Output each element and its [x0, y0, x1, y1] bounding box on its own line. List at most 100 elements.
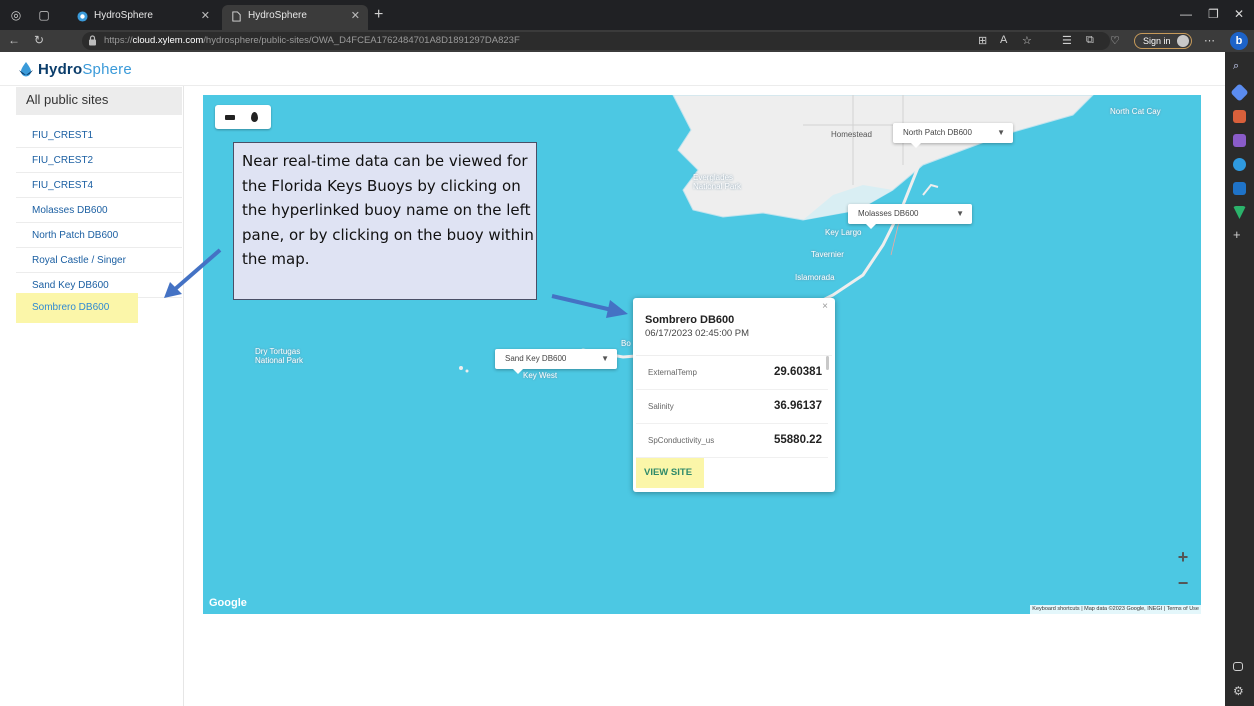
tab-title: HydroSphere	[248, 10, 307, 21]
close-tab-icon[interactable]: ✕	[351, 5, 360, 27]
map-view-icon[interactable]	[225, 115, 235, 120]
hide-sidebar-icon[interactable]	[1233, 662, 1243, 671]
app-brand[interactable]: HydroSphere	[38, 61, 132, 78]
site-info-popup: × Sombrero DB600 06/17/2023 02:45:00 PM …	[633, 298, 835, 492]
buoy-marker-label: Molasses DB600	[858, 209, 919, 218]
edge-sidebar: ⌕ + ⚙	[1225, 52, 1254, 706]
map-label-key-west: Key West	[523, 371, 558, 380]
favorites-icon[interactable]: ☰	[1062, 34, 1072, 47]
site-link-fiu-crest1[interactable]: FIU_CREST1	[16, 123, 182, 148]
map-label-key-largo: Key Largo	[825, 228, 862, 237]
reading-value: 29.60381	[774, 366, 822, 378]
brand-light: Sphere	[82, 61, 132, 78]
zoom-in-button[interactable]: +	[1172, 547, 1194, 568]
workspaces-icon[interactable]: ◎	[8, 7, 24, 23]
buoy-marker-molasses[interactable]: Molasses DB600 ▼	[848, 204, 972, 229]
table-row: SpConductivity_us 55880.22	[636, 424, 828, 458]
page-icon	[232, 11, 241, 22]
drop-icon[interactable]	[1233, 206, 1246, 219]
site-link-royal-castle[interactable]: Royal Castle / Singer	[16, 248, 182, 273]
tab-hydrosphere-2[interactable]: HydroSphere ✕	[222, 5, 368, 30]
reading-value: 55880.22	[774, 434, 822, 446]
site-list-title: All public sites	[16, 87, 182, 115]
map-label-marathon: Bo	[621, 339, 631, 348]
buoy-marker-label: North Patch DB600	[903, 128, 972, 137]
close-window-icon[interactable]: ✕	[1234, 7, 1244, 21]
arrow-to-site-list-icon	[164, 248, 222, 298]
map-label-north-cat-cay: North Cat Cay	[1110, 107, 1161, 116]
brand-bold: Hydro	[38, 61, 83, 78]
site-link-fiu-crest4[interactable]: FIU_CREST4	[16, 173, 182, 198]
url-host: cloud.xylem.com	[132, 35, 204, 46]
site-link-molasses[interactable]: Molasses DB600	[16, 198, 182, 223]
microsoft-365-icon[interactable]	[1233, 158, 1246, 171]
water-drop-icon[interactable]	[251, 112, 258, 122]
collections-icon[interactable]: ⧉	[1086, 34, 1094, 47]
more-menu-icon[interactable]: ⋯	[1204, 34, 1215, 47]
map-attribution[interactable]: Keyboard shortcuts | Map data ©2023 Goog…	[1030, 605, 1201, 614]
restore-icon[interactable]: ❐	[1208, 7, 1219, 21]
address-bar: ← ↻ https://cloud.xylem.com/hydrosphere/…	[0, 30, 1254, 52]
map-label-homestead: Homestead	[831, 130, 872, 139]
sidebar-settings-gear-icon[interactable]: ⚙	[1233, 685, 1246, 698]
tab-title: HydroSphere	[94, 10, 153, 21]
reading-key: Salinity	[648, 402, 674, 411]
minimize-icon[interactable]: —	[1180, 7, 1192, 21]
url-prefix: https://	[104, 35, 133, 46]
annotation-callout: Near real-time data can be viewed for th…	[233, 142, 537, 300]
hydrosphere-favicon-icon	[77, 11, 88, 22]
read-aloud-icon[interactable]: A	[1000, 34, 1007, 46]
games-icon[interactable]	[1233, 134, 1246, 147]
buoy-marker-north-patch[interactable]: North Patch DB600 ▼	[893, 123, 1013, 148]
map-type-toggle[interactable]	[215, 105, 271, 129]
view-site-button[interactable]: VIEW SITE	[636, 458, 704, 488]
tab-hydrosphere-1[interactable]: HydroSphere ✕	[68, 5, 218, 30]
close-tab-icon[interactable]: ✕	[201, 5, 210, 27]
url-field[interactable]: https://cloud.xylem.com/hydrosphere/publ…	[82, 32, 1110, 50]
zoom-out-button[interactable]: −	[1172, 573, 1194, 594]
app-header: HydroSphere	[0, 52, 1225, 86]
url-path: /hydrosphere/public-sites/OWA_D4FCEA1762…	[203, 35, 520, 46]
popup-site-name: Sombrero DB600	[645, 314, 735, 326]
reading-value: 36.96137	[774, 400, 822, 412]
annotation-text: Near real-time data can be viewed for th…	[242, 152, 534, 268]
shopping-tag-icon[interactable]	[1230, 83, 1249, 102]
site-link-sombrero[interactable]: Sombrero DB600	[16, 293, 138, 323]
buoy-marker-label: Sand Key DB600	[505, 354, 567, 363]
chevron-down-icon: ▼	[601, 354, 609, 363]
sign-in-label: Sign in	[1143, 36, 1171, 46]
tab-actions-icon[interactable]: ▢	[36, 7, 52, 23]
arrow-to-popup-icon	[551, 294, 628, 318]
popup-timestamp: 06/17/2023 02:45:00 PM	[645, 328, 750, 339]
google-logo: Google	[209, 597, 247, 609]
browser-tab-bar: ◎ ▢ HydroSphere ✕ HydroSphere ✕ + — ❐ ✕	[0, 0, 1254, 30]
close-icon[interactable]: ×	[822, 301, 828, 312]
popup-readings-table[interactable]: ExternalTemp 29.60381 Salinity 36.96137 …	[636, 355, 832, 459]
site-link-fiu-crest2[interactable]: FIU_CREST2	[16, 148, 182, 173]
new-tab-button[interactable]: +	[374, 6, 383, 24]
browser-essentials-icon[interactable]: ♡	[1110, 34, 1120, 47]
add-sidebar-app-icon[interactable]: +	[1233, 228, 1246, 241]
hydrosphere-logo-icon	[19, 62, 33, 77]
site-link-north-patch[interactable]: North Patch DB600	[16, 223, 182, 248]
chevron-down-icon: ▼	[956, 209, 964, 218]
chevron-down-icon: ▼	[997, 128, 1005, 137]
favorite-star-icon[interactable]: ☆	[1022, 34, 1032, 47]
map-label-islamorada: Islamorada	[795, 273, 835, 282]
search-icon[interactable]: ⌕	[1233, 60, 1246, 73]
buoy-marker-sand-key[interactable]: Sand Key DB600 ▼	[495, 349, 617, 374]
map-label-dry-tortugas: Dry Tortugas National Park	[255, 347, 304, 365]
outlook-icon[interactable]	[1233, 182, 1246, 195]
reading-key: SpConductivity_us	[648, 436, 715, 445]
tools-icon[interactable]	[1233, 110, 1246, 123]
bing-copilot-icon[interactable]: b	[1230, 32, 1248, 50]
back-icon[interactable]: ←	[8, 33, 20, 47]
table-row: Salinity 36.96137	[636, 390, 828, 424]
site-list-pane: All public sites FIU_CREST1 FIU_CREST2 F…	[0, 86, 184, 706]
map-label-tavernier: Tavernier	[811, 250, 844, 259]
table-row: ExternalTemp 29.60381	[636, 356, 828, 390]
sign-in-button[interactable]: Sign in	[1134, 33, 1192, 49]
lock-icon	[89, 35, 96, 46]
refresh-icon[interactable]: ↻	[34, 33, 44, 47]
immersive-reader-icon[interactable]: ⊞	[978, 34, 987, 47]
